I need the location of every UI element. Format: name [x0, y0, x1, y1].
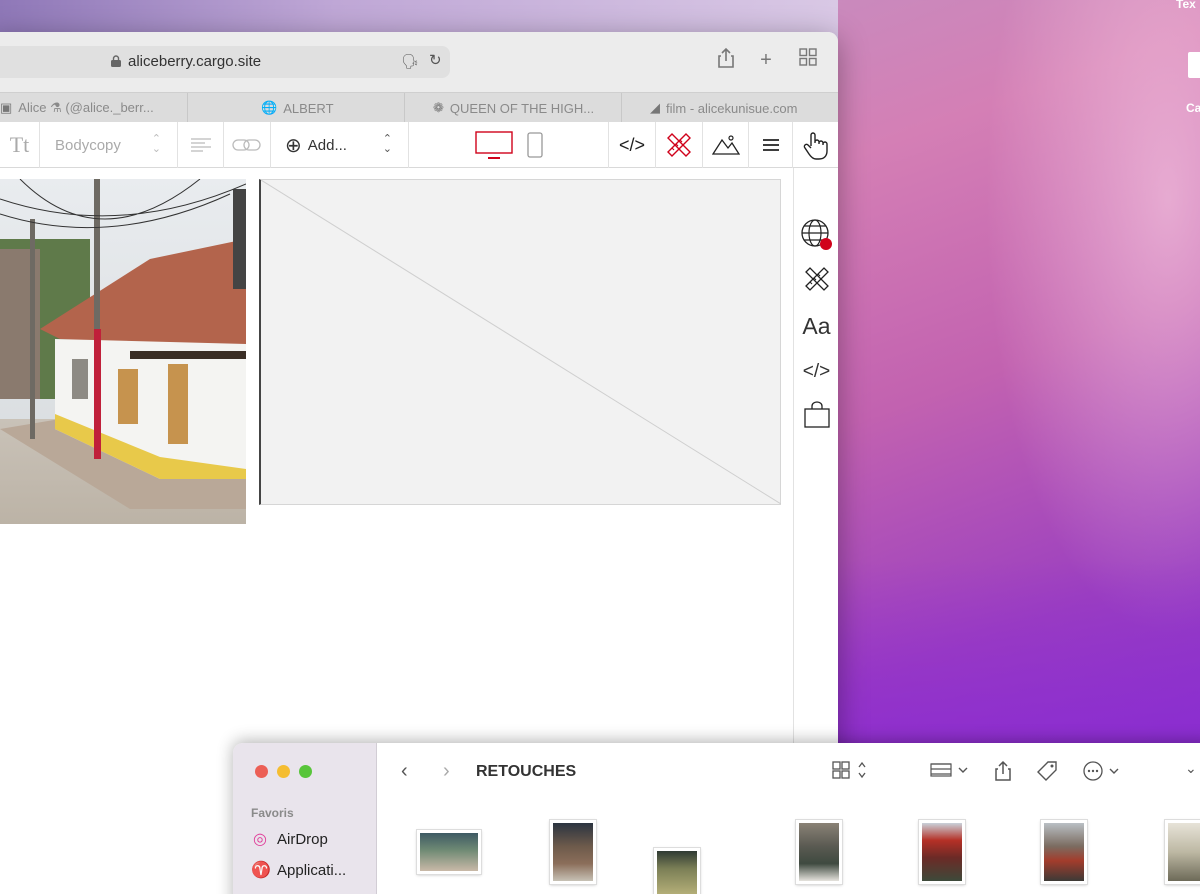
hand-pointer-icon	[803, 132, 828, 160]
tab-bar: ▣ Alice ⚗ (@alice._berr... 🌐 ALBERT ❁ QU…	[0, 92, 838, 123]
placeholder-diagonal	[261, 180, 781, 504]
link-button[interactable]	[224, 122, 271, 168]
menu-button[interactable]	[749, 122, 793, 168]
group-view-icon[interactable]	[929, 760, 971, 785]
address-bar[interactable]: aliceberry.cargo.site 🗣 ↻	[0, 46, 450, 78]
mobile-preview-icon[interactable]	[526, 131, 544, 159]
reload-icon[interactable]: ↻	[429, 51, 442, 69]
file-thumbnail[interactable]	[796, 820, 842, 884]
tab-label: QUEEN OF THE HIGH...	[449, 100, 595, 116]
image-placeholder[interactable]	[259, 179, 781, 505]
updown-chevron-icon: ⌃ ⌄	[382, 133, 392, 155]
globe-icon: 🌐	[261, 100, 278, 115]
align-left-icon	[190, 138, 211, 152]
device-preview-group	[409, 122, 609, 168]
file-thumbnail[interactable]	[550, 820, 596, 884]
site-favicon-icon: ❁	[433, 100, 444, 115]
share-icon[interactable]	[993, 760, 1013, 787]
tab-label: film - alicekunisue.com	[666, 100, 798, 116]
image-mountain-icon	[711, 135, 740, 155]
desktop-label-side: Ca	[1186, 101, 1200, 115]
code-view-button[interactable]: </>	[609, 122, 656, 168]
link-icon	[232, 139, 261, 151]
sidebar-item-airdrop[interactable]: ◎ AirDrop	[251, 829, 328, 849]
browser-toolbar: aliceberry.cargo.site 🗣 ↻ +	[0, 32, 838, 92]
design-ruler-pencil-icon[interactable]	[794, 264, 838, 300]
desktop-file-icon[interactable]	[1188, 52, 1200, 78]
forward-chevron-icon[interactable]: ›	[443, 760, 450, 783]
applications-icon: ♈	[251, 862, 271, 879]
file-thumbnail[interactable]	[1041, 820, 1087, 884]
add-button[interactable]: ⊕ Add... ⌃ ⌄	[271, 122, 409, 168]
url-text: aliceberry.cargo.site	[128, 53, 262, 70]
tab-label: Alice ⚗ (@alice._berr...	[18, 100, 154, 115]
tab-queen[interactable]: ❁ QUEEN OF THE HIGH...	[405, 93, 622, 123]
tab-instagram[interactable]: ▣ Alice ⚗ (@alice._berr...	[0, 93, 188, 123]
tab-albert[interactable]: 🌐 ALBERT	[188, 93, 405, 123]
tag-icon[interactable]	[1036, 760, 1058, 787]
add-circle-icon: ⊕	[285, 134, 302, 157]
desktop-label-top: Tex	[1176, 0, 1196, 11]
close-window-button[interactable]	[255, 765, 268, 778]
tab-overview-icon[interactable]	[795, 47, 821, 73]
zoom-window-button[interactable]	[299, 765, 312, 778]
text-style-button[interactable]: Tt	[0, 122, 40, 168]
airdrop-icon: ◎	[253, 831, 267, 848]
interact-button[interactable]	[793, 122, 838, 168]
lock-icon	[111, 55, 121, 67]
tab-film[interactable]: ◢ film - alicekunisue.com	[622, 93, 838, 123]
sidebar-item-applications[interactable]: ♈ Applicati...	[251, 860, 346, 880]
file-thumbnail[interactable]	[919, 820, 965, 884]
site-settings-globe-icon[interactable]	[794, 218, 838, 258]
paragraph-style-select[interactable]: Bodycopy ⌃ ⌄	[40, 122, 178, 168]
back-chevron-icon[interactable]: ‹	[401, 760, 408, 783]
chevron-down-icon[interactable]: ⌄	[1185, 760, 1197, 777]
desktop-preview-icon[interactable]	[474, 130, 514, 160]
instagram-icon: ▣	[0, 100, 13, 115]
cargo-editor-toolbar: Tt Bodycopy ⌃ ⌄ ⊕ Add... ⌃ ⌄ </>	[0, 122, 838, 168]
typography-button[interactable]: Aa	[794, 313, 838, 340]
finder-window: Favoris ◎ AirDrop ♈ Applicati... ‹ › RET…	[233, 743, 1200, 894]
design-tools-button[interactable]	[656, 122, 703, 168]
icon-view-icon[interactable]	[831, 760, 871, 785]
translate-icon[interactable]: 🗣	[401, 53, 419, 70]
sidebar-heading-favorites: Favoris	[251, 806, 294, 820]
more-actions-icon[interactable]	[1082, 760, 1124, 787]
file-thumbnail[interactable]	[417, 830, 481, 874]
street-photo[interactable]	[0, 179, 246, 524]
commerce-bag-icon[interactable]	[794, 400, 838, 436]
ruler-pencil-icon	[667, 133, 691, 157]
updown-chevron-icon: ⌃ ⌄	[151, 133, 161, 155]
minimize-window-button[interactable]	[277, 765, 290, 778]
share-icon[interactable]	[713, 47, 739, 73]
new-tab-icon[interactable]: +	[753, 47, 779, 73]
mountain-favicon-icon: ◢	[650, 100, 660, 115]
file-thumbnail[interactable]	[654, 848, 700, 894]
custom-code-button[interactable]: </>	[794, 361, 838, 383]
folder-title: RETOUCHES	[476, 763, 577, 780]
tab-label: ALBERT	[283, 100, 334, 116]
media-button[interactable]	[703, 122, 749, 168]
finder-toolbar: ‹ › RETOUCHES ⌄	[377, 743, 1200, 803]
file-thumbnail[interactable]	[1165, 820, 1200, 884]
align-button[interactable]	[178, 122, 224, 168]
hamburger-icon	[762, 139, 779, 151]
finder-sidebar: Favoris ◎ AirDrop ♈ Applicati...	[233, 743, 377, 894]
